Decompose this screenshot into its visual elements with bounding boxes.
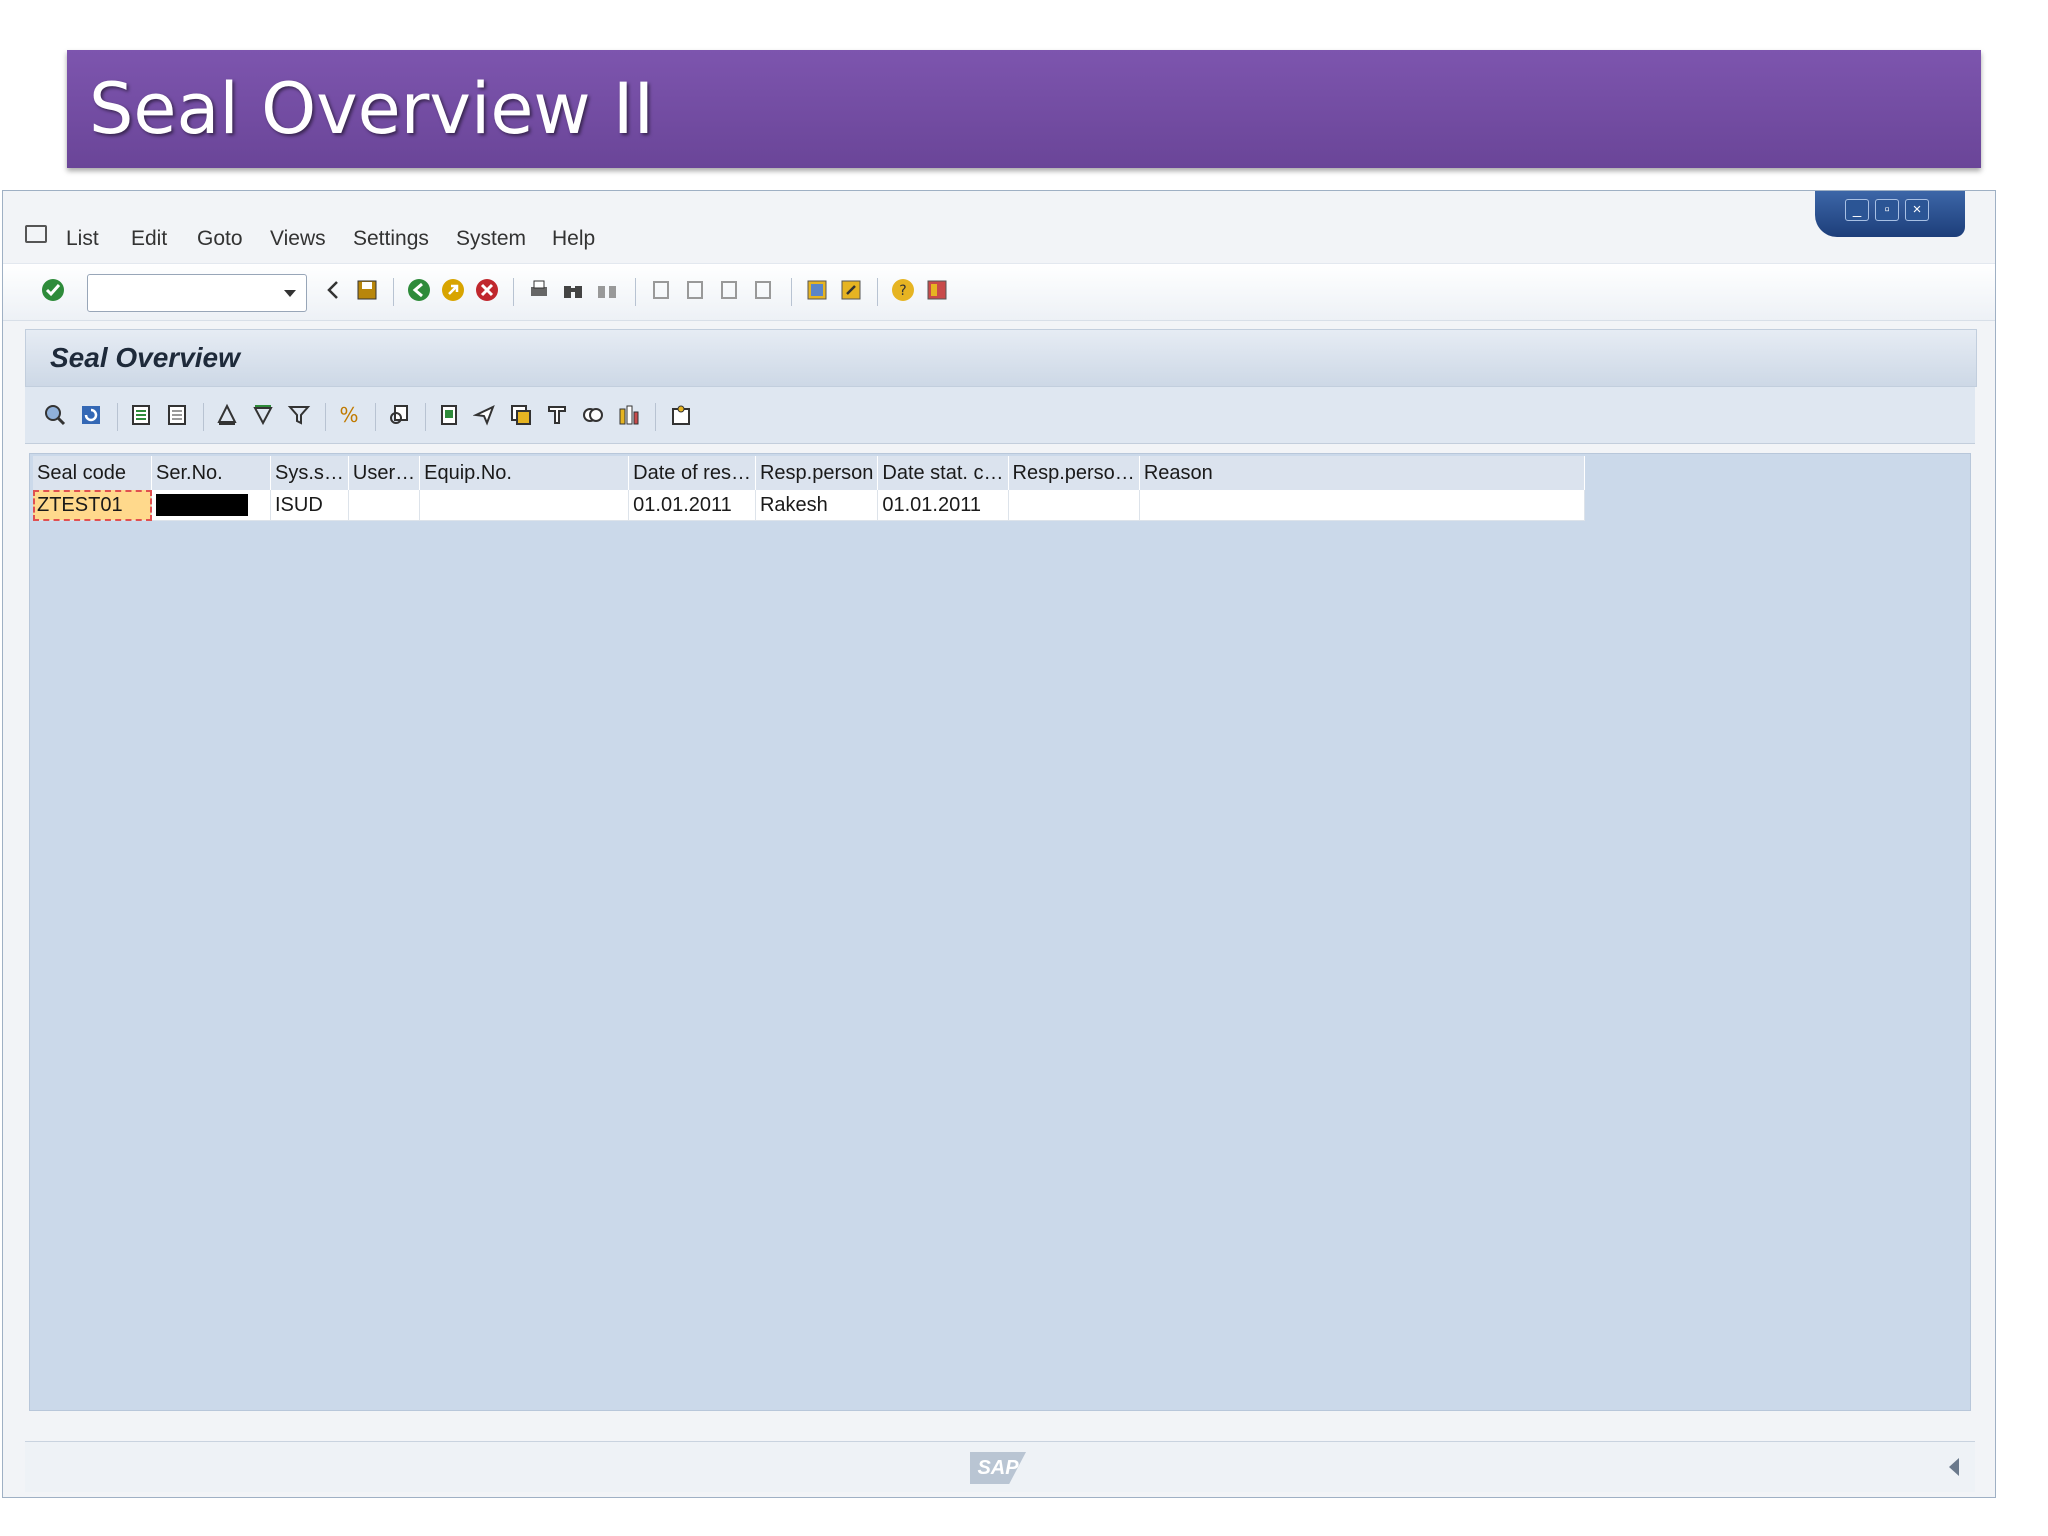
status-toggle-icon[interactable] [1949, 1458, 1959, 1476]
resp-person2-cell[interactable] [1008, 490, 1140, 521]
last-page-icon[interactable] [751, 278, 775, 302]
column-header[interactable]: Sys.s… [270, 456, 349, 490]
help-icon[interactable]: ? [891, 278, 915, 302]
table-header-row: Seal code Ser.No. Sys.s… User… Equip.No.… [33, 456, 1585, 490]
redacted-block [156, 494, 248, 517]
change-layout-icon[interactable] [617, 403, 641, 427]
find-icon[interactable] [561, 278, 585, 302]
table-row[interactable]: ZTEST01 ISUD 01.01.2011 Rakesh 01.01.201… [33, 490, 1585, 521]
application-toolbar: % [25, 387, 1975, 444]
filter-icon[interactable] [287, 403, 311, 427]
column-header[interactable]: Reason [1139, 456, 1585, 490]
menu-goto[interactable]: Goto [197, 227, 243, 251]
cancel-icon[interactable] [475, 278, 499, 302]
sap-window: _ ▫ × List Edit Goto Views Settings Syst… [2, 190, 1996, 1498]
command-field[interactable] [87, 274, 307, 312]
sort-descending-icon[interactable] [251, 403, 275, 427]
menu-edit[interactable]: Edit [131, 227, 167, 251]
slide-title-banner: Seal Overview II [67, 50, 1981, 168]
screen-title-bar: Seal Overview [25, 329, 1977, 387]
user-cell[interactable] [348, 490, 421, 521]
next-page-icon[interactable] [717, 278, 741, 302]
layout-menu-icon[interactable] [925, 278, 949, 302]
screen-title: Seal Overview [50, 342, 240, 373]
total-icon[interactable]: % [337, 403, 361, 427]
column-header[interactable]: Resp.person [755, 456, 879, 490]
print-preview-icon[interactable] [387, 403, 411, 427]
equip-no-cell[interactable] [419, 490, 630, 521]
standard-toolbar: ? [3, 263, 1995, 321]
sap-logo: SAP [970, 1452, 1026, 1484]
svg-text:%: % [339, 403, 358, 427]
seal-code-cell[interactable]: ZTEST01 [33, 490, 152, 521]
reason-cell[interactable] [1139, 490, 1585, 521]
column-header[interactable]: Resp.perso… [1008, 456, 1140, 490]
list-area: Seal code Ser.No. Sys.s… User… Equip.No.… [29, 453, 1971, 1411]
export-icon[interactable] [437, 403, 461, 427]
sort-ascending-icon[interactable] [215, 403, 239, 427]
menu-help[interactable]: Help [552, 227, 595, 251]
back-arrow-icon[interactable] [321, 278, 345, 302]
create-session-icon[interactable] [805, 278, 829, 302]
system-menu-icon[interactable] [25, 225, 47, 243]
menu-settings[interactable]: Settings [353, 227, 429, 251]
graphic-icon[interactable] [669, 403, 693, 427]
column-header[interactable]: User… [348, 456, 421, 490]
column-header[interactable]: Date of res… [628, 456, 756, 490]
column-header[interactable]: Date stat. c… [877, 456, 1009, 490]
send-icon[interactable] [473, 403, 497, 427]
local-file-icon[interactable] [581, 403, 605, 427]
seal-table: Seal code Ser.No. Sys.s… User… Equip.No.… [33, 456, 1585, 521]
shortcut-icon[interactable] [839, 278, 863, 302]
exit-icon[interactable] [441, 278, 465, 302]
slide-title: Seal Overview II [89, 68, 655, 150]
spreadsheet-icon[interactable] [509, 403, 533, 427]
save-icon[interactable] [355, 278, 379, 302]
date-stat-cell[interactable]: 01.01.2011 [877, 490, 1009, 521]
select-all-icon[interactable] [129, 403, 153, 427]
deselect-all-icon[interactable] [165, 403, 189, 427]
column-header[interactable]: Ser.No. [151, 456, 271, 490]
ser-no-cell[interactable] [151, 490, 271, 521]
previous-page-icon[interactable] [683, 278, 707, 302]
back-icon[interactable] [407, 278, 431, 302]
date-res-cell[interactable]: 01.01.2011 [628, 490, 756, 521]
column-header[interactable]: Seal code [33, 456, 152, 490]
enter-check-icon[interactable] [41, 278, 65, 302]
details-icon[interactable] [43, 403, 67, 427]
dropdown-arrow-icon[interactable] [284, 290, 296, 297]
menu-views[interactable]: Views [270, 227, 326, 251]
word-processing-icon[interactable] [545, 403, 569, 427]
print-icon[interactable] [527, 278, 551, 302]
status-bar: SAP [25, 1441, 1975, 1492]
column-header[interactable]: Equip.No. [419, 456, 630, 490]
menu-list[interactable]: List [66, 227, 99, 251]
sys-status-cell[interactable]: ISUD [270, 490, 349, 521]
find-next-icon[interactable] [595, 278, 619, 302]
menu-system[interactable]: System [456, 227, 526, 251]
resp-person-cell[interactable]: Rakesh [755, 490, 879, 521]
first-page-icon[interactable] [649, 278, 673, 302]
refresh-icon[interactable] [79, 403, 103, 427]
menu-bar: List Edit Goto Views Settings System Hel… [3, 211, 1995, 251]
svg-text:?: ? [899, 283, 906, 299]
